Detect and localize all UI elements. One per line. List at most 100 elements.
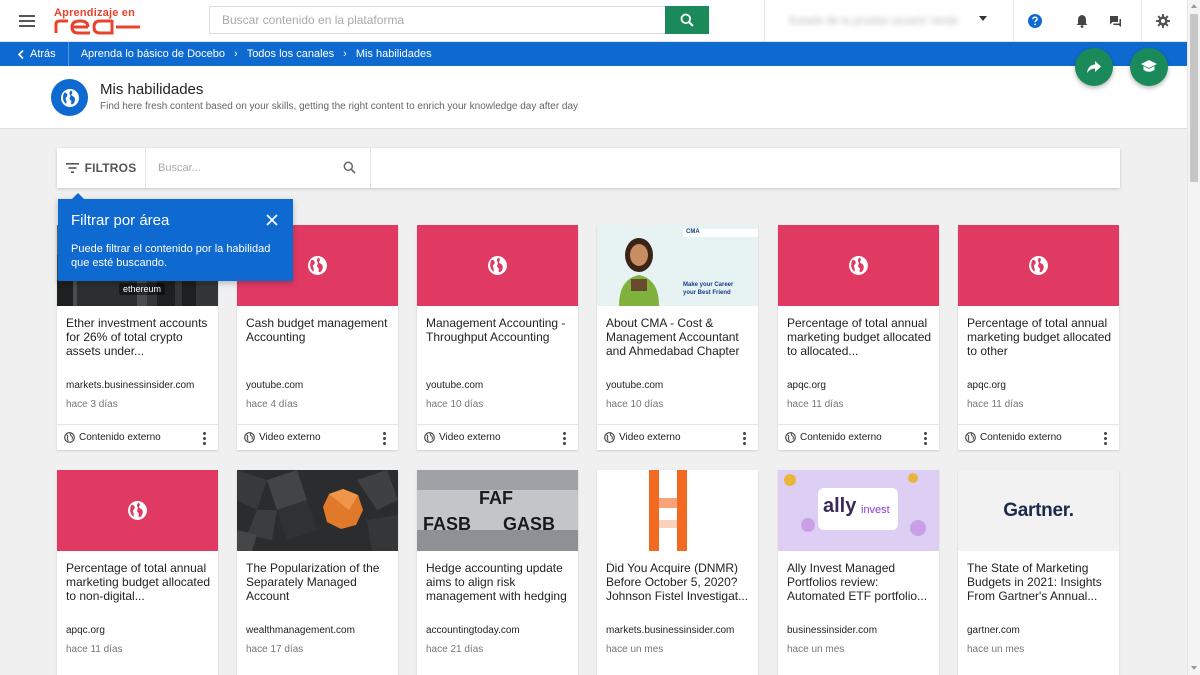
- content-search-input[interactable]: [146, 148, 370, 188]
- chevron-left-icon: [18, 49, 24, 59]
- card-title: The Popularization of the Separately Man…: [246, 561, 380, 603]
- more-options-icon[interactable]: [562, 432, 566, 445]
- card-date: hace 11 días: [967, 399, 1024, 410]
- card-footer: Video externo: [417, 424, 578, 450]
- content-card[interactable]: Gartner. The State of Marketing Budgets …: [958, 470, 1119, 675]
- card-type: Contenido externo: [79, 432, 161, 443]
- settings-button[interactable]: [1141, 0, 1183, 42]
- content-card[interactable]: Percentage of total annual marketing bud…: [778, 225, 939, 450]
- page-scrollbar[interactable]: [1187, 0, 1200, 675]
- card-thumbnail: CMA Make your Career your Best Friend: [597, 225, 758, 306]
- globe-icon: [488, 256, 507, 275]
- card-title: Hedge accounting update aims to align ri…: [426, 561, 567, 603]
- card-title: Did You Acquire (DNMR) Before October 5,…: [606, 561, 749, 603]
- card-source: wealthmanagement.com: [246, 625, 355, 636]
- content-card[interactable]: Percentage of total annual marketing bud…: [57, 470, 218, 675]
- content-card[interactable]: Management Accounting - Throughput Accou…: [417, 225, 578, 450]
- back-label: Atrás: [30, 48, 56, 60]
- more-options-icon[interactable]: [742, 432, 746, 445]
- card-type: Video externo: [439, 432, 501, 443]
- card-thumbnail: [237, 470, 398, 551]
- card-date: hace 11 días: [66, 644, 123, 655]
- help-button[interactable]: [1013, 0, 1055, 42]
- back-button[interactable]: Atrás: [0, 42, 69, 66]
- content-card[interactable]: FAF FASB GASB Hedge accounting update ai…: [417, 470, 578, 675]
- more-options-icon[interactable]: [1103, 432, 1107, 445]
- card-title: Cash budget management Accounting: [246, 316, 388, 344]
- filters-button[interactable]: FILTROS: [57, 148, 146, 188]
- card-footer: Video externo: [237, 424, 398, 450]
- globe-icon: [64, 432, 75, 443]
- breadcrumb-item-learn-docebo[interactable]: Aprenda lo básico de Docebo: [69, 48, 231, 60]
- search-button[interactable]: [665, 6, 709, 34]
- card-source: gartner.com: [967, 625, 1020, 636]
- tooltip-arrow: [72, 193, 84, 199]
- content-card[interactable]: Percentage of total annual marketing bud…: [958, 225, 1119, 450]
- content-card[interactable]: CMA Make your Career your Best Friend Ab…: [597, 225, 758, 450]
- thumbnail-caption: ethereum: [119, 283, 166, 295]
- thumbnail-caption: Make your Career your Best Friend: [683, 282, 734, 296]
- scroll-down-arrow-icon[interactable]: [1191, 666, 1197, 670]
- chat-icon: [1109, 15, 1121, 27]
- card-type: Video externo: [259, 432, 321, 443]
- chevron-right-icon: ›: [343, 48, 347, 60]
- menu-icon[interactable]: [0, 0, 54, 42]
- content-card[interactable]: ally invest Ally Invest Managed Portfoli…: [778, 470, 939, 675]
- card-footer: Video externo: [597, 424, 758, 450]
- card-thumbnail: FAF FASB GASB: [417, 470, 578, 551]
- platform-logo[interactable]: Aprendizaje en: [54, 3, 150, 39]
- content-card[interactable]: Did You Acquire (DNMR) Before October 5,…: [597, 470, 758, 675]
- messages-button[interactable]: [1094, 0, 1136, 42]
- thumbnail-badge: CMA: [686, 229, 700, 235]
- card-type: Contenido externo: [980, 432, 1062, 443]
- more-options-icon[interactable]: [923, 432, 927, 445]
- more-options-icon[interactable]: [202, 432, 206, 445]
- card-date: hace 21 días: [426, 644, 484, 655]
- filter-tooltip: Filtrar por área Puede filtrar el conten…: [58, 193, 293, 281]
- card-title: Percentage of total annual marketing bud…: [967, 316, 1112, 358]
- globe-icon: [51, 79, 88, 116]
- breadcrumb-item-all-channels[interactable]: Todos los canales: [241, 48, 340, 60]
- globe-icon: [965, 432, 976, 443]
- invest-logo-text: invest: [861, 504, 890, 516]
- user-menu[interactable]: Estado de la prueba usuario Verde: [764, 0, 1010, 42]
- search-icon: [680, 13, 694, 27]
- more-options-icon[interactable]: [382, 432, 386, 445]
- scroll-up-arrow-icon[interactable]: [1191, 4, 1197, 8]
- card-date: hace 10 días: [606, 399, 664, 410]
- top-navigation-bar: Aprendizaje en Estado de la prueba usuar…: [0, 0, 1187, 42]
- card-source: youtube.com: [426, 380, 484, 391]
- card-title: About CMA - Cost & Management Accountant…: [606, 316, 740, 358]
- card-title: Ally Invest Managed Portfolios review: A…: [787, 561, 928, 603]
- card-date: hace 11 días: [787, 399, 844, 410]
- chevron-down-icon: [979, 16, 987, 21]
- close-icon[interactable]: [265, 213, 279, 227]
- scrollbar-thumb[interactable]: [1190, 14, 1198, 182]
- card-title: Percentage of total annual marketing bud…: [787, 316, 932, 358]
- share-button[interactable]: [1075, 48, 1113, 86]
- card-date: hace un mes: [787, 644, 845, 655]
- page-subtitle: Find here fresh content based on your sk…: [100, 101, 579, 112]
- card-title: The State of Marketing Budgets in 2021: …: [967, 561, 1102, 603]
- card-title: Percentage of total annual marketing bud…: [66, 561, 211, 603]
- gear-icon: [1155, 14, 1170, 28]
- card-source: markets.businessinsider.com: [66, 380, 195, 391]
- learning-plan-button[interactable]: [1130, 48, 1168, 86]
- thumbnail-text-fasb: FASB: [423, 514, 472, 534]
- globe-icon: [244, 432, 255, 443]
- card-date: hace 10 días: [426, 399, 484, 410]
- search-icon[interactable]: [343, 161, 356, 174]
- tooltip-title: Filtrar por área: [71, 212, 170, 229]
- global-search: [209, 6, 709, 34]
- globe-icon: [424, 432, 435, 443]
- card-source: apqc.org: [66, 625, 105, 636]
- share-arrow-icon: [1087, 61, 1101, 73]
- card-date: hace 3 días: [66, 399, 118, 410]
- globe-icon: [308, 256, 327, 275]
- global-search-input[interactable]: [209, 6, 665, 34]
- card-source: accountingtoday.com: [426, 625, 520, 636]
- content-card[interactable]: The Popularization of the Separately Man…: [237, 470, 398, 675]
- breadcrumb: Atrás Aprenda lo básico de Docebo › Todo…: [0, 42, 1187, 66]
- help-icon: [1027, 14, 1042, 28]
- card-thumbnail: ally invest: [778, 470, 939, 551]
